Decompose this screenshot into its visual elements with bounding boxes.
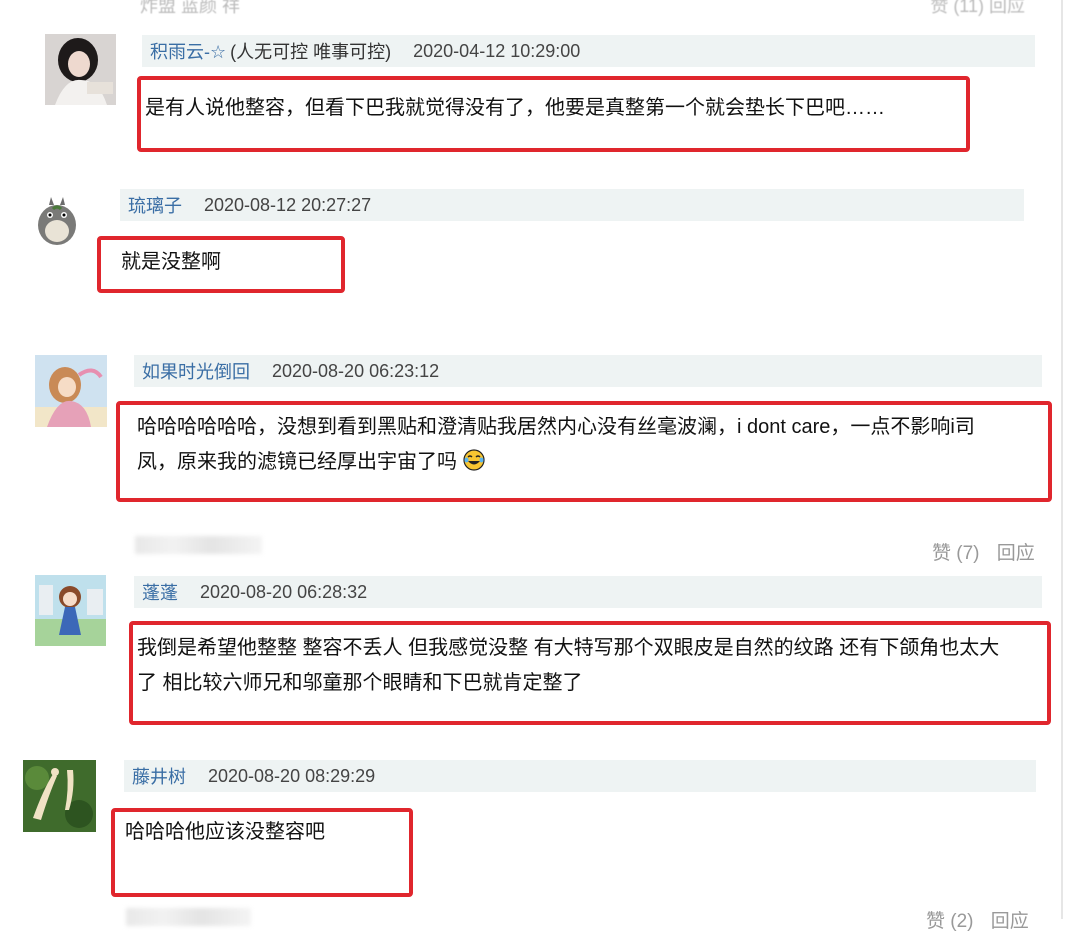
username-link[interactable]: 积雨云-☆ [150,38,226,64]
avatar[interactable] [35,355,107,427]
like-button[interactable]: 赞 (2) [926,911,974,932]
comment-timestamp: 2020-08-12 20:27:27 [204,194,372,215]
comment-text-line: 我倒是希望他整整 整容不丢人 但我感觉没整 有大特写那个双眼皮是自然的纹路 还有… [137,637,1000,659]
blurred-username [126,908,251,926]
avatar[interactable] [31,195,83,247]
totoro-avatar-icon [31,195,83,247]
comment-text-line: 凤，原来我的滤镜已经厚出宇宙了吗 [137,445,485,479]
partial-previous-actions[interactable]: 赞 (11) 回应 [930,0,1025,18]
laughing-tears-emoji-icon [462,449,485,471]
comment-text-line: 哈哈哈哈哈哈，没想到看到黑贴和澄清贴我居然内心没有丝毫波澜，i dont car… [137,416,975,438]
comment-actions: 赞 (7) 回应 [932,538,1035,565]
reply-button[interactable]: 回应 [991,911,1029,932]
comment-timestamp: 2020-08-20 06:28:32 [200,581,368,602]
comment-meta: 琉璃子 2020-08-12 20:27:27 [120,189,1024,221]
avatar[interactable] [23,760,96,832]
hands-green-avatar-icon [23,760,96,832]
woman-portrait-avatar-icon [45,34,116,105]
reply-button[interactable]: 回应 [997,543,1035,564]
comment-actions: 赞 (2) 回应 [926,906,1029,933]
user-signature: (人无可控 唯事可控) [230,42,392,62]
like-button[interactable]: 赞 (7) [932,543,980,564]
avatar[interactable] [45,34,116,105]
anime-girl-avatar-icon [35,575,106,646]
comment-text: 哈哈哈他应该没整容吧 [125,821,325,843]
comment-text: 就是没整啊 [121,251,221,273]
avatar[interactable] [35,575,106,646]
comment-meta: 如果时光倒回 2020-08-20 06:23:12 [134,355,1042,387]
comment-meta: 蓬蓬 2020-08-20 06:28:32 [134,576,1042,608]
username-link[interactable]: 蓬蓬 [142,579,178,605]
username-link[interactable]: 琉璃子 [128,192,182,218]
comment-thread: 炸盟 蓝颜 祥 赞 (11) 回应 积雨云-☆ (人无可控 唯事可控) 2020… [0,0,1063,932]
comment-timestamp: 2020-08-20 06:23:12 [272,360,440,381]
comment-text-line: 了 相比较六师兄和邬童那个眼睛和下巴就肯定整了 [137,672,583,694]
username-link[interactable]: 藤井树 [132,763,186,789]
partial-previous-comment: 炸盟 蓝颜 祥 [140,0,241,16]
cartoon-girl-avatar-icon [35,355,107,427]
username-link[interactable]: 如果时光倒回 [142,358,250,384]
blurred-username [135,536,262,554]
comment-text-line-content: 凤，原来我的滤镜已经厚出宇宙了吗 [137,451,457,473]
comment-timestamp: 2020-04-12 10:29:00 [413,40,581,61]
comment-text: 是有人说他整容，但看下巴我就觉得没有了，他要是真整第一个就会垫长下巴吧…… [145,97,885,119]
comment-meta: 积雨云-☆ (人无可控 唯事可控) 2020-04-12 10:29:00 [142,35,1035,67]
comment-meta: 藤井树 2020-08-20 08:29:29 [124,760,1036,792]
comment-timestamp: 2020-08-20 08:29:29 [208,765,376,786]
